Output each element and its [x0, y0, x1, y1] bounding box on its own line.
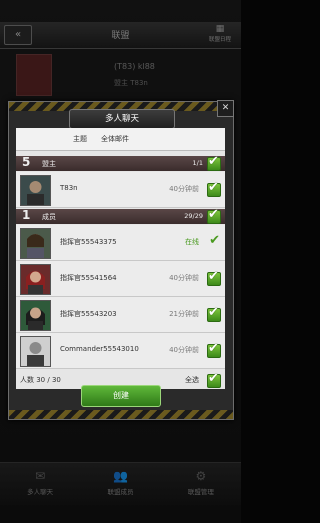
dialog-title: 多人聊天: [69, 109, 175, 129]
members-section-header: 1 成员 29/29 ✔: [16, 207, 225, 224]
player-name: T83n: [60, 184, 78, 192]
check-icon[interactable]: ✔: [209, 233, 220, 248]
member-panel: 主题 全体邮件 5 盟主 1/1 ✔ T83n 40分钟前 ✔ 1 成员 29/…: [16, 128, 225, 389]
group-chat-dialog: 多人聊天 ✕ 主题 全体邮件 5 盟主 1/1 ✔ T83n 40分钟前 ✔ 1…: [8, 100, 234, 420]
close-button[interactable]: ✕: [217, 100, 234, 117]
hazard-stripe-bottom: [9, 410, 233, 419]
section-count: 1/1: [192, 159, 203, 167]
select-all-label: 全选: [185, 376, 199, 384]
player-status: 21分钟前: [169, 310, 199, 318]
player-name: 指挥官55543203: [60, 310, 117, 318]
select-checkbox[interactable]: ✔: [207, 269, 221, 286]
check-icon: ✔: [208, 305, 219, 320]
avatar: [20, 264, 51, 295]
game-screen: « 联盟 ▦ 联盟日程 (T83) kl88 盟主 T83n ✉ 多人聊天 👥 …: [0, 0, 241, 523]
select-checkbox[interactable]: ✔: [207, 305, 221, 322]
section-checkbox[interactable]: ✔: [207, 154, 221, 171]
player-status: 40分钟前: [169, 185, 199, 193]
close-icon: ✕: [221, 103, 230, 113]
avatar: [20, 175, 51, 206]
select-all-checkbox[interactable]: ✔: [207, 371, 221, 388]
check-icon: ✔: [208, 154, 219, 169]
member-row[interactable]: 指挥官55543203 21分钟前 ✔: [16, 297, 225, 333]
player-name: Commander55543010: [60, 345, 139, 353]
avatar: [20, 300, 51, 331]
player-name: 指挥官55541564: [60, 274, 117, 282]
select-checkbox[interactable]: ✔: [207, 341, 221, 358]
create-button[interactable]: 创建: [81, 385, 161, 407]
leader-row[interactable]: T83n 40分钟前 ✔: [16, 172, 225, 208]
player-status: 40分钟前: [169, 346, 199, 354]
check-icon: ✔: [208, 341, 219, 356]
section-label: 成员: [42, 213, 56, 221]
section-label: 盟主: [42, 160, 56, 168]
section-count: 29/29: [184, 212, 203, 220]
avatar: [20, 228, 51, 259]
check-icon: ✔: [208, 371, 219, 386]
rank-number: 5: [22, 155, 31, 169]
member-row[interactable]: 指挥官55543375 在线 ✔: [16, 225, 225, 261]
member-row[interactable]: Commander55543010 40分钟前 ✔: [16, 333, 225, 369]
member-count: 人数 30 / 30: [20, 376, 61, 384]
check-icon: ✔: [208, 180, 219, 195]
player-name: 指挥官55543375: [60, 238, 117, 246]
section-checkbox[interactable]: ✔: [207, 207, 221, 224]
leader-section-header: 5 盟主 1/1 ✔: [16, 154, 225, 171]
check-icon: ✔: [208, 269, 219, 284]
member-row[interactable]: 指挥官55541564 40分钟前 ✔: [16, 261, 225, 297]
check-icon: ✔: [208, 207, 219, 222]
select-checkbox[interactable]: ✔: [207, 180, 221, 197]
tab-topic[interactable]: 主题: [73, 134, 87, 144]
avatar: [20, 336, 51, 367]
subtab-bar: 主题 全体邮件: [16, 128, 225, 151]
player-status: 在线: [185, 238, 199, 246]
tab-all-mail[interactable]: 全体邮件: [101, 134, 129, 144]
rank-number: 1: [22, 208, 31, 222]
player-status: 40分钟前: [169, 274, 199, 282]
